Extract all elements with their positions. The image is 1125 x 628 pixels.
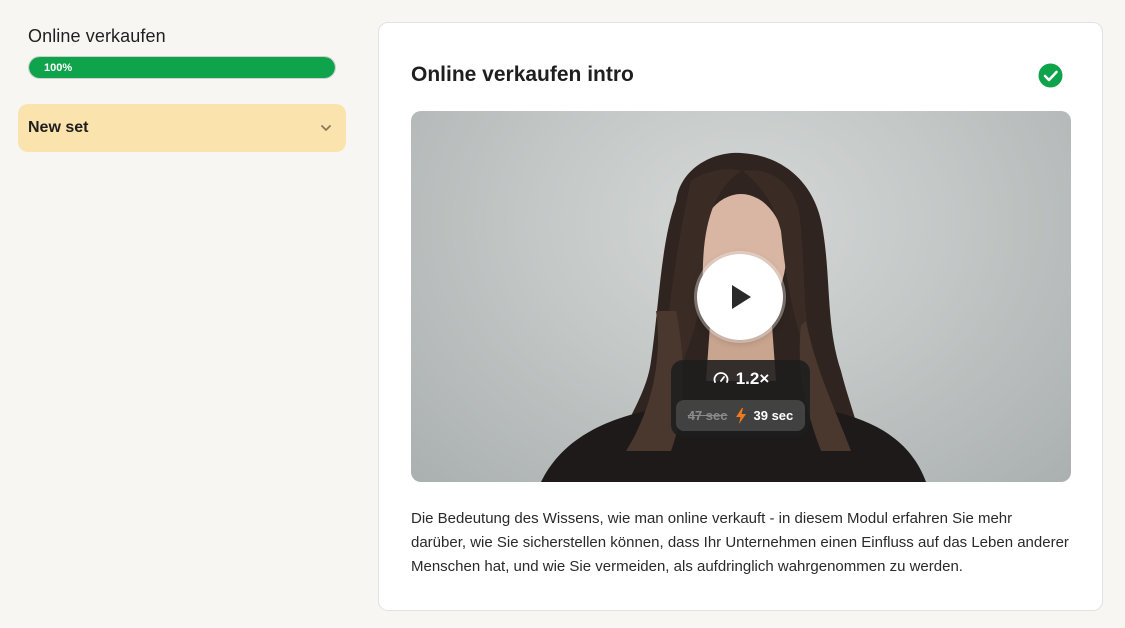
- set-item-new-set[interactable]: New set: [18, 104, 346, 152]
- play-button[interactable]: [697, 254, 783, 340]
- play-icon: [732, 285, 751, 309]
- new-duration: 39 sec: [753, 408, 794, 423]
- progress-fill: 100%: [29, 57, 335, 78]
- lesson-description: Die Bedeutung des Wissens, wie man onlin…: [411, 510, 1069, 575]
- course-progress-bar: 100%: [28, 56, 336, 79]
- progress-label: 100%: [44, 61, 73, 74]
- original-duration: 47 sec: [687, 408, 728, 423]
- set-label: New set: [28, 119, 89, 136]
- video-player[interactable]: 1.2× 47 sec 39 sec: [411, 111, 1071, 482]
- check-circle-icon: [1038, 63, 1063, 88]
- course-title: Online verkaufen: [28, 26, 166, 46]
- duration-comparison: 47 sec 39 sec: [676, 400, 805, 431]
- lesson-title: Online verkaufen intro: [411, 63, 634, 86]
- playback-speed-badge[interactable]: 1.2× 47 sec 39 sec: [671, 360, 810, 437]
- speed-value: 1.2×: [735, 369, 770, 388]
- speedometer-icon: [713, 372, 729, 383]
- lightning-icon: [735, 407, 746, 424]
- chevron-down-icon[interactable]: [318, 120, 334, 136]
- lesson-card: Online verkaufen intro 1.2× 47 sec 39 se…: [378, 22, 1103, 611]
